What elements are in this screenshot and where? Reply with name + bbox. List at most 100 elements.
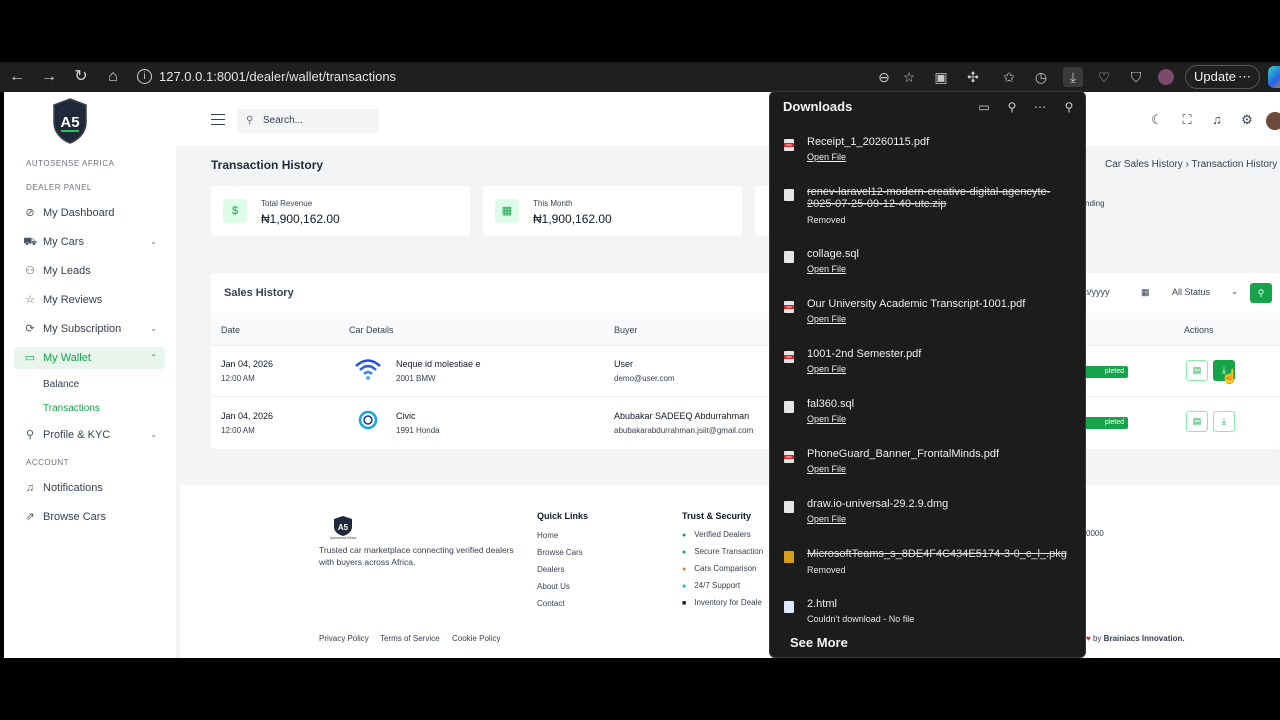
download-item[interactable]: collage.sql Open File <box>770 248 1085 298</box>
extensions-icon[interactable]: ✣ <box>965 69 981 85</box>
address-bar[interactable]: i 127.0.0.1:8001/dealer/wallet/transacti… <box>131 64 926 90</box>
sidebar-item-dashboard[interactable]: ⊘ My Dashboard <box>14 202 165 224</box>
footer-link-verified-dealers[interactable]: ● Verified Dealers <box>682 530 751 539</box>
open-file-link[interactable]: Open File <box>807 414 846 424</box>
downloads-icon[interactable]: ⤓ <box>1063 67 1083 87</box>
sidebar-subitem-transactions[interactable]: Transactions <box>43 403 100 414</box>
search-input[interactable]: ⚲ Search... <box>237 109 379 133</box>
table-row: Jan 04, 2026 12:00 AM Civic 1991 Honda A… <box>211 396 1280 447</box>
settings-gear-icon[interactable]: ⚙ <box>1240 113 1254 127</box>
column-actions: Actions <box>1184 325 1214 335</box>
open-file-link[interactable]: Open File <box>807 364 846 374</box>
open-file-link[interactable]: Open File <box>807 152 846 162</box>
download-item[interactable]: renev-laravel12-modern-creative-digital-… <box>770 186 1085 230</box>
menu-icon[interactable] <box>211 114 225 125</box>
history-icon[interactable]: ◷ <box>1033 69 1049 85</box>
footer-link-cars-comparison[interactable]: ● Cars Comparison <box>682 564 756 573</box>
reload-icon[interactable]: ↻ <box>71 67 91 87</box>
shield-icon[interactable]: ⛉ <box>1128 69 1144 85</box>
search-icon[interactable]: ⚲ <box>1004 99 1020 115</box>
copilot-icon[interactable] <box>1268 66 1280 88</box>
update-button[interactable]: Update ⋯ <box>1185 65 1260 89</box>
pin-icon[interactable]: ⚲ <box>1061 99 1077 115</box>
download-item[interactable]: MicrosoftTeams_s_8DE4F4C434E5174-3-0_c_l… <box>770 548 1085 598</box>
chevron-down-icon: ⌄ <box>150 237 157 246</box>
site-info-icon[interactable]: i <box>137 69 152 84</box>
open-file-link[interactable]: Open File <box>807 314 846 324</box>
section-dealer-panel: DEALER PANEL <box>26 183 92 192</box>
footer-credit: ♥ by Brainiacs Innovation. <box>1086 634 1185 643</box>
open-file-link[interactable]: Open File <box>807 514 846 524</box>
breadcrumb[interactable]: Car Sales History › Transaction History <box>1105 159 1277 170</box>
mouse-cursor-icon: ☝ <box>1221 368 1239 384</box>
status-badge: pleted <box>1081 417 1128 429</box>
lock-icon: ● <box>682 549 687 556</box>
footer-link-about-us[interactable]: About Us <box>537 582 570 591</box>
download-item[interactable]: 1001-2nd Semester.pdf Open File <box>770 348 1085 398</box>
filter-search-button[interactable]: ⚲ <box>1250 283 1272 303</box>
download-item[interactable]: PhoneGuard_Banner_FrontalMinds.pdf Open … <box>770 448 1085 498</box>
folder-icon[interactable]: ▭ <box>976 99 992 115</box>
calendar-icon: ▦ <box>495 199 519 223</box>
profile-avatar-icon[interactable] <box>1158 69 1174 85</box>
file-icon <box>784 501 794 513</box>
view-receipt-button[interactable]: ▤ <box>1186 411 1208 432</box>
sidebar-item-my-reviews[interactable]: ☆ My Reviews <box>14 289 165 311</box>
status-filter-select[interactable]: All Status ⌄ <box>1164 281 1244 303</box>
user-icon: ⚲ <box>25 429 35 441</box>
cookie-policy-link[interactable]: Cookie Policy <box>452 634 500 643</box>
notification-bell-icon[interactable]: ♫ <box>1210 113 1224 127</box>
notion-icon[interactable]: ▣ <box>933 69 949 85</box>
car-logo-wifi-icon <box>355 359 381 380</box>
footer-link-dealers[interactable]: Dealers <box>537 565 565 574</box>
trust-security-title: Trust & Security <box>682 511 752 521</box>
sidebar-subitem-balance[interactable]: Balance <box>43 379 79 390</box>
footer-link-home[interactable]: Home <box>537 531 558 540</box>
more-options-icon[interactable]: ⋯ <box>1032 99 1048 115</box>
favorites-icon[interactable]: ✩ <box>1001 69 1017 85</box>
footer: A5 Autosense Africa Trusted car marketpl… <box>180 485 1280 658</box>
privacy-policy-link[interactable]: Privacy Policy <box>319 634 369 643</box>
column-date: Date <box>221 325 241 335</box>
zoom-icon[interactable]: ⊖ <box>876 69 892 85</box>
users-icon: ⚇ <box>25 265 35 277</box>
sidebar-item-my-wallet[interactable]: ▭ My Wallet ⌃ <box>14 347 165 369</box>
fullscreen-icon[interactable]: ⛶ <box>1180 113 1194 127</box>
forward-icon[interactable]: → <box>39 67 59 87</box>
health-icon[interactable]: ♡ <box>1096 69 1112 85</box>
download-item[interactable]: 2.html Couldn't download - No file <box>770 598 1085 622</box>
open-file-link[interactable]: Open File <box>807 264 846 274</box>
dark-mode-icon[interactable]: ☾ <box>1150 113 1164 127</box>
footer-link-secure-transaction[interactable]: ● Secure Transaction <box>682 547 763 556</box>
download-button[interactable]: ⤓ <box>1213 411 1235 432</box>
footer-link-inventory[interactable]: ■ Inventory for Deale <box>682 598 762 607</box>
sidebar-item-my-subscription[interactable]: ⟳ My Subscription ⌄ <box>14 318 165 340</box>
download-item[interactable]: draw.io-universal-29.2.9.dmg Open File <box>770 498 1085 548</box>
footer-link-browse-cars[interactable]: Browse Cars <box>537 548 583 557</box>
download-item[interactable]: Receipt_1_20260115.pdf Open File <box>770 136 1085 186</box>
favorite-star-icon[interactable]: ☆ <box>901 69 917 85</box>
view-receipt-button[interactable]: ▤ <box>1186 360 1208 381</box>
terms-link[interactable]: Terms of Service <box>380 634 440 643</box>
sidebar-item-my-cars[interactable]: ⛟ My Cars ⌄ <box>14 231 165 253</box>
date-filter-input[interactable]: n/yyyy ▦ <box>1084 281 1158 303</box>
avatar[interactable] <box>1266 112 1280 130</box>
package-icon <box>784 551 794 563</box>
table-header: Date Car Details Buyer Actions <box>211 313 1280 345</box>
open-file-link[interactable]: Open File <box>807 464 846 474</box>
downloads-panel: Downloads ▭ ⚲ ⋯ ⚲ Receipt_1_20260115.pdf… <box>769 91 1086 658</box>
back-icon[interactable]: ← <box>7 67 27 87</box>
sidebar-item-profile-kyc[interactable]: ⚲ Profile & KYC ⌄ <box>14 424 165 446</box>
car-icon: ⛟ <box>23 236 37 248</box>
web-page: A5 AUTOSENSE AFRICA DEALER PANEL ⊘ My Da… <box>4 92 1280 658</box>
dashboard-icon: ⊘ <box>25 207 35 219</box>
sidebar-item-browse-cars[interactable]: ⇗ Browse Cars <box>14 506 165 528</box>
download-item[interactable]: fal360.sql Open File <box>770 398 1085 448</box>
see-more-button[interactable]: See More <box>790 635 848 650</box>
footer-link-support[interactable]: ● 24/7 Support <box>682 581 740 590</box>
download-item[interactable]: Our University Academic Transcript-1001.… <box>770 298 1085 348</box>
sidebar-item-notifications[interactable]: ♫ Notifications <box>14 477 165 499</box>
home-icon[interactable]: ⌂ <box>103 67 123 87</box>
footer-link-contact[interactable]: Contact <box>537 599 565 608</box>
sidebar-item-my-leads[interactable]: ⚇ My Leads <box>14 260 165 282</box>
